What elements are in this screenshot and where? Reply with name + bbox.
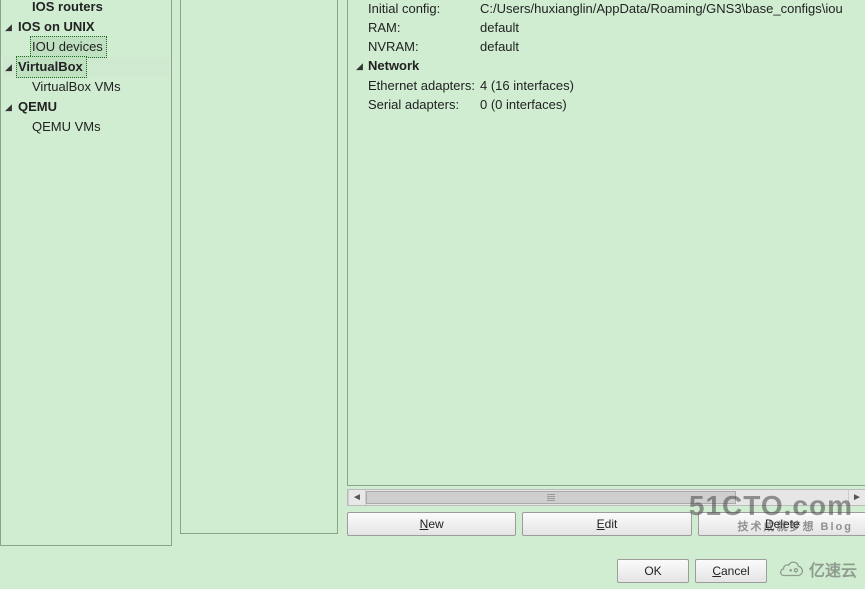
details-horizontal-scrollbar[interactable]: ◄ ► [347,489,865,506]
scroll-thumb[interactable] [366,491,736,504]
delete-button[interactable]: Delete [698,512,865,536]
template-button-row: New Edit Delete [347,512,865,536]
edit-button-mnemonic: E [597,517,605,531]
watermark-yisuyun: 亿速云 [779,557,857,581]
scroll-right-arrow-icon[interactable]: ► [848,490,865,505]
cancel-button[interactable]: Cancel [695,559,767,583]
details-key: Initial config: [354,0,480,18]
details-row: RAM:default [354,18,863,37]
details-value: 0 (0 interfaces) [480,95,863,114]
scroll-track[interactable] [366,490,848,505]
details-value: 4 (16 interfaces) [480,76,863,95]
section-header-label: Network [368,56,419,76]
nav-tree-panel: IOS routers◢IOS on UNIXIOU devices◢Virtu… [0,0,172,546]
dialog-button-row: OK Cancel [617,559,767,583]
details-section-network[interactable]: ◢Network [354,56,863,76]
details-key: Serial adapters: [354,95,480,114]
tree-expander-icon[interactable]: ◢ [3,62,14,73]
details-value: C:/Users/huxianglin/AppData/Roaming/GNS3… [480,0,863,18]
tree-item-label: VirtualBox VMs [30,77,123,97]
new-button[interactable]: New [347,512,516,536]
details-key: Ethernet adapters: [354,76,480,95]
edit-button[interactable]: Edit [522,512,691,536]
tree-item[interactable]: ◢IOS on UNIX [3,17,169,37]
tree-item-label: VirtualBox [16,56,87,78]
details-value: default [480,18,863,37]
details-content: Initial config:C:/Users/huxianglin/AppDa… [348,0,865,114]
details-row: NVRAM:default [354,37,863,56]
cloud-icon [779,560,805,578]
tree-item[interactable]: ◢VirtualBox [3,57,169,77]
details-row: Initial config:C:/Users/huxianglin/AppDa… [354,0,863,18]
tree-item-label: IOU devices [30,36,107,58]
tree-item[interactable]: IOS routers [3,0,169,17]
tree-item-label: IOS routers [30,0,105,17]
details-row: Ethernet adapters:4 (16 interfaces) [354,76,863,95]
ok-button[interactable]: OK [617,559,689,583]
tree-item-label: QEMU VMs [30,117,103,137]
scroll-left-arrow-icon[interactable]: ◄ [348,490,366,505]
details-value: default [480,37,863,56]
app-root: IOS routers◢IOS on UNIXIOU devices◢Virtu… [0,0,865,589]
tree-item[interactable]: QEMU VMs [3,117,169,137]
delete-button-mnemonic: D [765,517,774,531]
tree-item-label: QEMU [16,97,59,117]
device-list-panel[interactable] [180,0,338,534]
tree-item-label: IOS on UNIX [16,17,97,37]
details-panel: Initial config:C:/Users/huxianglin/AppDa… [347,0,865,486]
details-key: RAM: [354,18,480,37]
tree-expander-icon[interactable]: ◢ [3,22,14,33]
tree-item[interactable]: IOU devices [3,37,169,57]
nav-tree[interactable]: IOS routers◢IOS on UNIXIOU devices◢Virtu… [1,0,171,137]
cancel-button-mnemonic: C [712,564,721,578]
tree-expander-icon[interactable]: ◢ [3,102,14,113]
details-key: NVRAM: [354,37,480,56]
details-row: Serial adapters:0 (0 interfaces) [354,95,863,114]
tree-item[interactable]: ◢QEMU [3,97,169,117]
tree-item[interactable]: VirtualBox VMs [3,77,169,97]
section-expander-icon[interactable]: ◢ [354,61,365,72]
